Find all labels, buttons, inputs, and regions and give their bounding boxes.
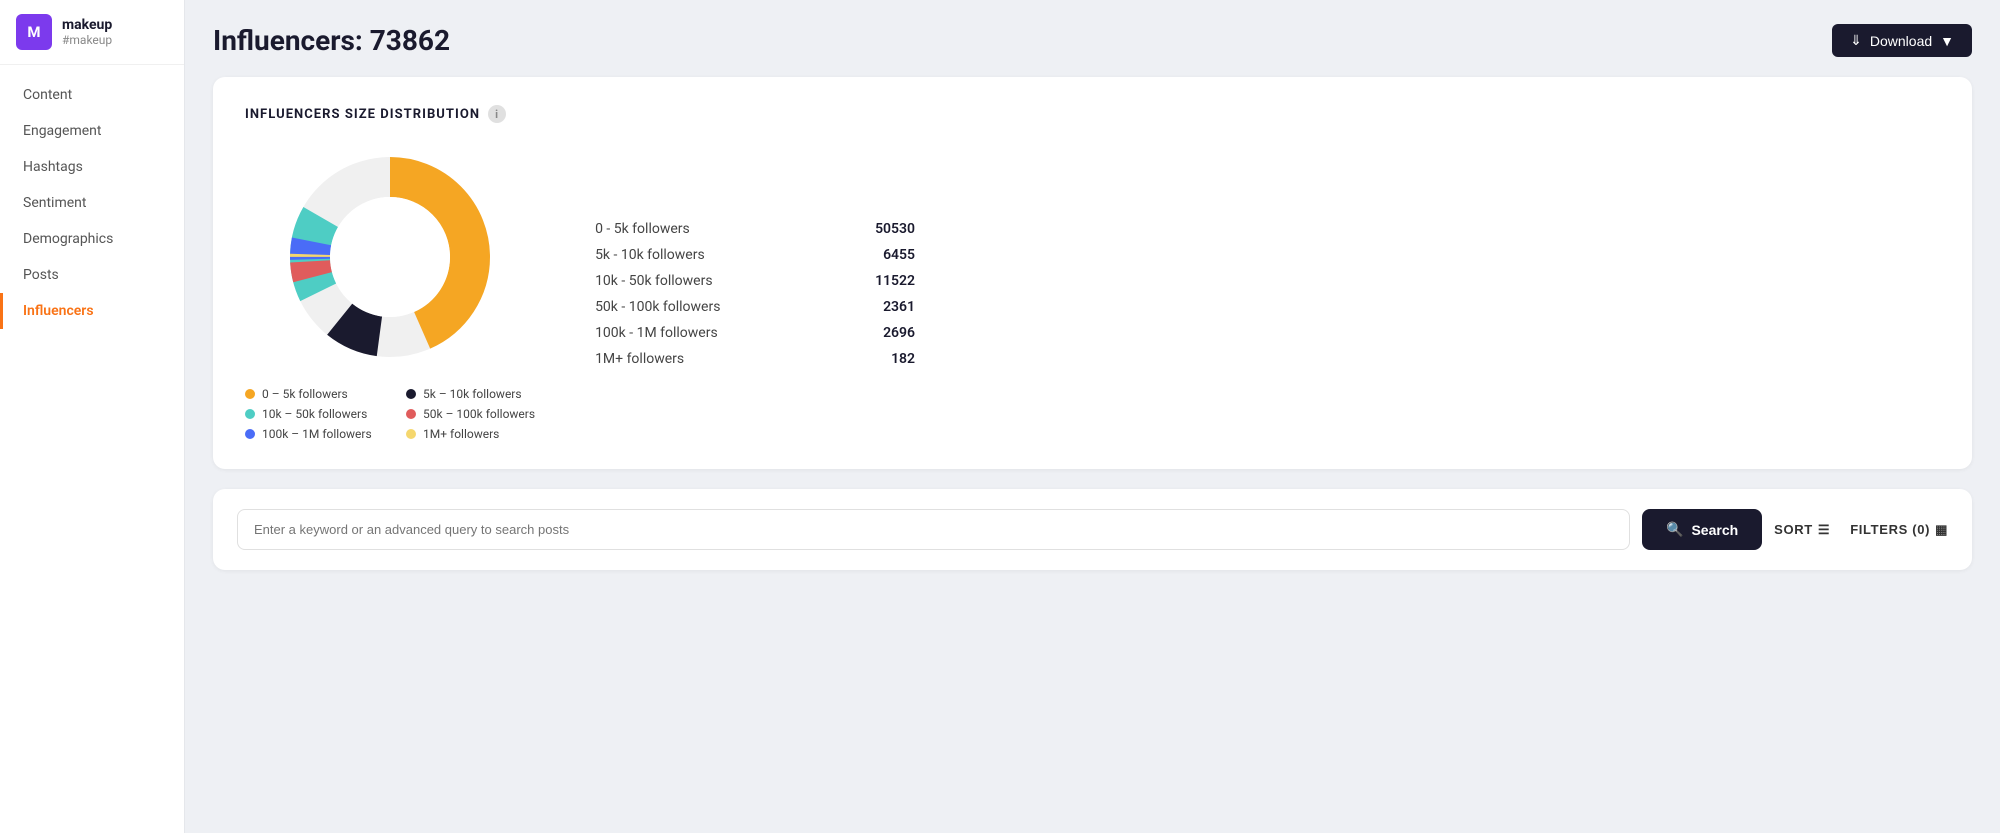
stats-row-3: 50k - 100k followers 2361 [595, 299, 915, 315]
stats-value-1: 6455 [883, 247, 915, 263]
stats-value-5: 182 [891, 351, 915, 367]
stats-label-4: 100k - 1M followers [595, 325, 718, 341]
download-button[interactable]: ⇓ Download ▼ [1832, 24, 1972, 57]
info-icon[interactable]: i [488, 105, 506, 123]
filter-icon: ▦ [1935, 522, 1948, 538]
legend-label-50-100k: 50k – 100k followers [423, 407, 535, 421]
stats-label-5: 1M+ followers [595, 351, 684, 367]
sort-label: SORT [1774, 522, 1813, 537]
search-bar-card: 🔍 Search SORT ☰ FILTERS (0) ▦ [213, 489, 1972, 570]
chart-area: 0 – 5k followers 5k – 10k followers 10k … [245, 147, 1940, 441]
sidebar-item-engagement[interactable]: Engagement [0, 113, 184, 149]
chart-legend: 0 – 5k followers 5k – 10k followers 10k … [245, 387, 535, 441]
filter-area: SORT ☰ FILTERS (0) ▦ [1774, 522, 1948, 538]
sidebar-brand-name: makeup [62, 17, 112, 33]
legend-item-100k-1m: 100k – 1M followers [245, 427, 374, 441]
legend-label-1m-plus: 1M+ followers [423, 427, 499, 441]
legend-label-100k-1m: 100k – 1M followers [262, 427, 372, 441]
stats-label-1: 5k - 10k followers [595, 247, 705, 263]
search-input[interactable] [237, 509, 1630, 550]
chart-title: INFLUENCERS SIZE DISTRIBUTION i [245, 105, 1940, 123]
sort-button[interactable]: SORT ☰ [1774, 522, 1830, 538]
legend-item-1m-plus: 1M+ followers [406, 427, 535, 441]
stats-label-2: 10k - 50k followers [595, 273, 713, 289]
sort-icon: ☰ [1818, 522, 1830, 538]
legend-color-50-100k [406, 409, 416, 419]
legend-item-10-50k: 10k – 50k followers [245, 407, 374, 421]
sidebar-item-demographics[interactable]: Demographics [0, 221, 184, 257]
legend-color-0-5k [245, 389, 255, 399]
sidebar-item-hashtags[interactable]: Hashtags [0, 149, 184, 185]
download-icon: ⇓ [1850, 32, 1862, 49]
stats-row-4: 100k - 1M followers 2696 [595, 325, 915, 341]
page-title: Influencers: 73862 [213, 24, 450, 57]
sidebar-item-sentiment[interactable]: Sentiment [0, 185, 184, 221]
stats-table: 0 - 5k followers 50530 5k - 10k follower… [595, 221, 915, 367]
stats-row-2: 10k - 50k followers 11522 [595, 273, 915, 289]
sidebar-header: M makeup #makeup [0, 0, 184, 65]
filters-button[interactable]: FILTERS (0) ▦ [1850, 522, 1948, 538]
stats-row-1: 5k - 10k followers 6455 [595, 247, 915, 263]
stats-value-0: 50530 [875, 221, 915, 237]
stats-row-0: 0 - 5k followers 50530 [595, 221, 915, 237]
legend-color-5-10k [406, 389, 416, 399]
stats-label-3: 50k - 100k followers [595, 299, 720, 315]
sidebar-nav: Content Engagement Hashtags Sentiment De… [0, 65, 184, 341]
stats-value-3: 2361 [883, 299, 915, 315]
stats-value-2: 11522 [875, 273, 915, 289]
avatar: M [16, 14, 52, 50]
sidebar-item-posts[interactable]: Posts [0, 257, 184, 293]
sidebar-item-content[interactable]: Content [0, 77, 184, 113]
stats-row-5: 1M+ followers 182 [595, 351, 915, 367]
topbar: Influencers: 73862 ⇓ Download ▼ [213, 24, 1972, 57]
legend-label-10-50k: 10k – 50k followers [262, 407, 367, 421]
sidebar-item-influencers[interactable]: Influencers [0, 293, 184, 329]
legend-item-50-100k: 50k – 100k followers [406, 407, 535, 421]
legend-item-0-5k: 0 – 5k followers [245, 387, 374, 401]
main-content: Influencers: 73862 ⇓ Download ▼ INFLUENC… [185, 0, 2000, 833]
legend-color-1m-plus [406, 429, 416, 439]
legend-color-10-50k [245, 409, 255, 419]
donut-wrapper: 0 – 5k followers 5k – 10k followers 10k … [245, 147, 535, 441]
stats-value-4: 2696 [883, 325, 915, 341]
legend-color-100k-1m [245, 429, 255, 439]
sidebar-brand: makeup #makeup [62, 17, 112, 47]
search-button-label: Search [1691, 522, 1738, 538]
legend-label-5-10k: 5k – 10k followers [423, 387, 522, 401]
filters-label: FILTERS (0) [1850, 522, 1930, 537]
legend-item-5-10k: 5k – 10k followers [406, 387, 535, 401]
search-button[interactable]: 🔍 Search [1642, 509, 1762, 550]
stats-label-0: 0 - 5k followers [595, 221, 690, 237]
sidebar-brand-hashtag: #makeup [62, 33, 112, 47]
donut-chart [280, 147, 500, 367]
download-chevron-icon: ▼ [1940, 33, 1954, 49]
sidebar: M makeup #makeup Content Engagement Hash… [0, 0, 185, 833]
download-label: Download [1870, 33, 1932, 49]
chart-card: INFLUENCERS SIZE DISTRIBUTION i [213, 77, 1972, 469]
search-icon: 🔍 [1666, 521, 1683, 538]
legend-label-0-5k: 0 – 5k followers [262, 387, 348, 401]
